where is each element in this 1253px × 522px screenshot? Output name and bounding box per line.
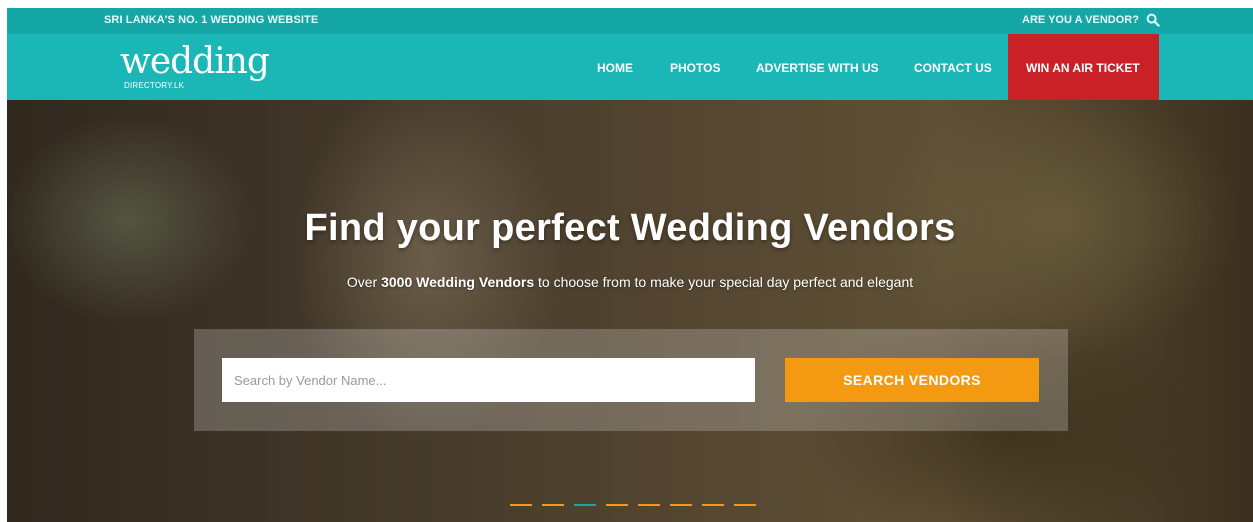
slider-dot[interactable] [702, 504, 724, 506]
logo-subtitle: DIRECTORY.LK [124, 81, 185, 90]
win-air-ticket-label: WIN AN AIR TICKET [1026, 61, 1140, 75]
logo-wordmark: wedding [120, 41, 270, 82]
main-navigation: wedding DIRECTORY.LK HOME PHOTOS ADVERTI… [7, 34, 1253, 100]
vendor-search-input[interactable] [222, 358, 755, 402]
slider-dot[interactable] [574, 504, 596, 506]
hero-title: Find your perfect Wedding Vendors [304, 207, 956, 249]
slider-dot[interactable] [606, 504, 628, 506]
nav-photos[interactable]: PHOTOS [670, 61, 720, 75]
site-tagline: SRI LANKA'S NO. 1 WEDDING WEBSITE [104, 14, 319, 26]
site-logo[interactable]: wedding DIRECTORY.LK [120, 41, 270, 97]
are-you-a-vendor-link[interactable]: ARE YOU A VENDOR? [1022, 14, 1139, 26]
nav-home[interactable]: HOME [597, 61, 633, 75]
vendor-count: 3000 Wedding Vendors [381, 274, 535, 290]
search-icon[interactable] [1146, 13, 1160, 27]
hero-background-image [7, 100, 1253, 522]
hero-subtitle: Over 3000 Wedding Vendors to choose from… [346, 274, 914, 290]
slider-dot[interactable] [638, 504, 660, 506]
hero-slider: Find your perfect Wedding Vendors Over 3… [7, 100, 1253, 522]
search-vendors-button[interactable]: SEARCH VENDORS [785, 358, 1039, 402]
top-strip: SRI LANKA'S NO. 1 WEDDING WEBSITE ARE YO… [7, 8, 1253, 34]
slider-dot[interactable] [510, 504, 532, 506]
page-frame: SRI LANKA'S NO. 1 WEDDING WEBSITE ARE YO… [7, 8, 1253, 522]
vendor-search-panel: SEARCH VENDORS [194, 329, 1068, 431]
slider-dot[interactable] [670, 504, 692, 506]
win-air-ticket-button[interactable]: WIN AN AIR TICKET [1008, 34, 1159, 100]
nav-contact-us[interactable]: CONTACT US [914, 61, 992, 75]
nav-advertise-with-us[interactable]: ADVERTISE WITH US [756, 61, 879, 75]
slider-pagination [510, 504, 770, 507]
slider-dot[interactable] [734, 504, 756, 506]
slider-dot[interactable] [542, 504, 564, 506]
